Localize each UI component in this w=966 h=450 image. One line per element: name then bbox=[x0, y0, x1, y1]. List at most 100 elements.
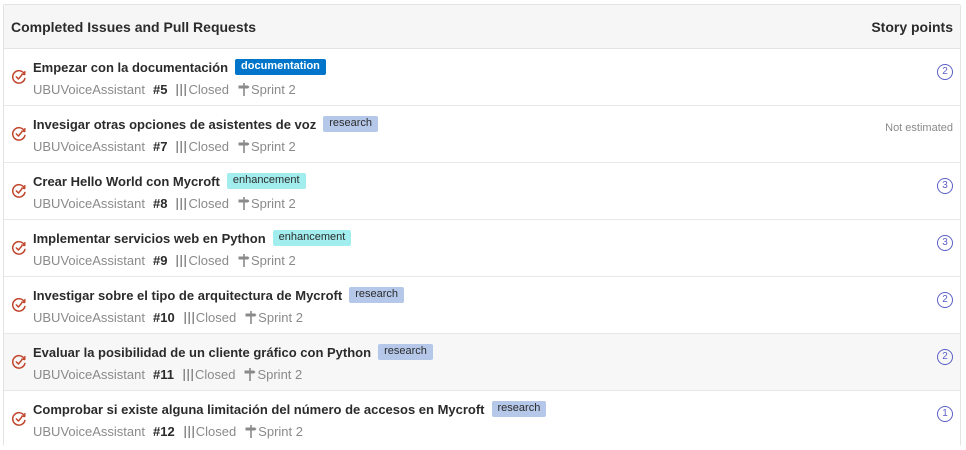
issue-title-link[interactable]: Implementar servicios web en Python bbox=[33, 231, 266, 246]
story-points-cell: Not estimated bbox=[885, 118, 953, 136]
repo-name[interactable]: UBUVoiceAssistant bbox=[33, 196, 145, 211]
issue-row[interactable]: Investigar sobre el tipo de arquitectura… bbox=[4, 277, 960, 334]
issue-number[interactable]: #11 bbox=[153, 367, 174, 382]
issue-title-link[interactable]: Investigar sobre el tipo de arquitectura… bbox=[33, 288, 342, 303]
issue-state: Closed bbox=[188, 253, 229, 268]
issue-number[interactable]: #12 bbox=[153, 424, 175, 439]
story-points-not-estimated: Not estimated bbox=[885, 122, 953, 134]
milestone-icon bbox=[238, 197, 250, 210]
issue-title-link[interactable]: Comprobar si existe alguna limitación de… bbox=[33, 402, 485, 417]
issue-state: Closed bbox=[188, 139, 229, 154]
closed-issue-icon bbox=[11, 297, 26, 312]
pipeline-icon bbox=[176, 197, 187, 210]
story-points-cell: 3 bbox=[937, 175, 953, 194]
issue-row[interactable]: Evaluar la posibilidad de un cliente grá… bbox=[4, 334, 960, 391]
issue-state: Closed bbox=[194, 367, 236, 382]
pipeline-icon bbox=[184, 425, 194, 438]
issue-title-link[interactable]: Crear Hello World con Mycroft bbox=[33, 174, 220, 189]
issue-meta: UBUVoiceAssistant #12 Closed Sprint 2 bbox=[33, 424, 303, 439]
issue-state: Closed bbox=[188, 196, 229, 211]
sprint-milestone[interactable]: Sprint 2 bbox=[251, 253, 296, 268]
story-points-cell: 1 bbox=[937, 403, 953, 422]
milestone-icon bbox=[238, 140, 250, 153]
issue-meta: UBUVoiceAssistant #9 Closed Sprint 2 bbox=[33, 253, 296, 268]
sprint-milestone[interactable]: Sprint 2 bbox=[257, 367, 302, 382]
repo-name[interactable]: UBUVoiceAssistant bbox=[33, 253, 145, 268]
story-points-cell: 2 bbox=[937, 346, 953, 365]
issue-row[interactable]: Comprobar si existe alguna limitación de… bbox=[4, 391, 960, 448]
issue-number[interactable]: #7 bbox=[153, 139, 167, 154]
issue-state: Closed bbox=[195, 424, 237, 439]
panel-header: Completed Issues and Pull Requests Story… bbox=[4, 5, 960, 49]
sprint-milestone[interactable]: Sprint 2 bbox=[251, 196, 296, 211]
issue-title-line: Evaluar la posibilidad de un cliente grá… bbox=[33, 344, 433, 360]
issue-label-research[interactable]: research bbox=[323, 116, 379, 132]
repo-name[interactable]: UBUVoiceAssistant bbox=[33, 424, 145, 439]
story-points-cell: 2 bbox=[937, 289, 953, 308]
story-points-badge: 3 bbox=[937, 178, 953, 194]
completed-issues-panel: Completed Issues and Pull Requests Story… bbox=[3, 4, 961, 448]
repo-name[interactable]: UBUVoiceAssistant bbox=[33, 310, 145, 325]
closed-issue-icon bbox=[11, 126, 26, 141]
issue-label-research[interactable]: research bbox=[349, 287, 404, 303]
issue-title-link[interactable]: Evaluar la posibilidad de un cliente grá… bbox=[33, 345, 371, 360]
closed-issue-icon bbox=[11, 240, 26, 255]
issue-title-link[interactable]: Invesigar otras opciones de asistentes d… bbox=[33, 117, 316, 132]
milestone-icon bbox=[238, 254, 250, 267]
issue-row[interactable]: Empezar con la documentación documentati… bbox=[4, 49, 960, 106]
closed-issue-icon bbox=[11, 183, 26, 198]
issue-number[interactable]: #9 bbox=[153, 253, 167, 268]
sprint-milestone[interactable]: Sprint 2 bbox=[251, 82, 296, 97]
issue-title-line: Implementar servicios web en Python enha… bbox=[33, 230, 352, 246]
issue-list: Empezar con la documentación documentati… bbox=[4, 49, 960, 448]
issue-title-line: Invesigar otras opciones de asistentes d… bbox=[33, 116, 379, 132]
pipeline-icon bbox=[176, 140, 187, 153]
story-points-cell: 3 bbox=[937, 232, 953, 251]
issue-label-documentation[interactable]: documentation bbox=[235, 59, 326, 75]
issue-label-enhancement[interactable]: enhancement bbox=[226, 173, 306, 189]
issue-meta: UBUVoiceAssistant #8 Closed Sprint 2 bbox=[33, 196, 296, 211]
issue-number[interactable]: #5 bbox=[153, 82, 167, 97]
story-points-badge: 2 bbox=[937, 349, 953, 365]
sprint-milestone[interactable]: Sprint 2 bbox=[258, 424, 303, 439]
issue-meta: UBUVoiceAssistant #7 Closed Sprint 2 bbox=[33, 139, 296, 154]
issue-title-line: Comprobar si existe alguna limitación de… bbox=[33, 401, 547, 417]
repo-name[interactable]: UBUVoiceAssistant bbox=[33, 139, 145, 154]
sprint-milestone[interactable]: Sprint 2 bbox=[258, 310, 303, 325]
issue-title-line: Investigar sobre el tipo de arquitectura… bbox=[33, 287, 404, 303]
story-points-header: Story points bbox=[871, 18, 953, 35]
story-points-badge: 2 bbox=[937, 64, 953, 80]
panel-title: Completed Issues and Pull Requests bbox=[11, 18, 257, 35]
issue-state: Closed bbox=[188, 82, 229, 97]
issue-number[interactable]: #8 bbox=[153, 196, 167, 211]
closed-issue-icon bbox=[11, 411, 26, 426]
milestone-icon bbox=[238, 83, 250, 96]
issue-row[interactable]: Implementar servicios web en Python enha… bbox=[4, 220, 960, 277]
issue-title-link[interactable]: Empezar con la documentación bbox=[33, 60, 228, 75]
milestone-icon bbox=[245, 425, 257, 438]
story-points-badge: 3 bbox=[937, 235, 953, 251]
issue-title-line: Empezar con la documentación documentati… bbox=[33, 59, 326, 75]
issue-row[interactable]: Crear Hello World con Mycroft enhancemen… bbox=[4, 163, 960, 220]
closed-issue-icon bbox=[11, 354, 26, 369]
closed-issue-icon bbox=[11, 69, 26, 84]
story-points-badge: 1 bbox=[937, 406, 953, 422]
issue-meta: UBUVoiceAssistant #11 Closed Sprint 2 bbox=[33, 367, 302, 382]
story-points-badge: 2 bbox=[937, 292, 953, 308]
pipeline-icon bbox=[176, 254, 187, 267]
pipeline-icon bbox=[183, 368, 193, 381]
issue-label-research[interactable]: research bbox=[491, 401, 547, 417]
issue-label-enhancement[interactable]: enhancement bbox=[272, 230, 352, 246]
story-points-cell: 2 bbox=[937, 61, 953, 80]
sprint-milestone[interactable]: Sprint 2 bbox=[251, 139, 296, 154]
milestone-icon bbox=[244, 368, 256, 381]
milestone-icon bbox=[245, 311, 257, 324]
repo-name[interactable]: UBUVoiceAssistant bbox=[33, 367, 145, 382]
issue-state: Closed bbox=[195, 310, 237, 325]
issue-row[interactable]: Invesigar otras opciones de asistentes d… bbox=[4, 106, 960, 163]
issue-title-line: Crear Hello World con Mycroft enhancemen… bbox=[33, 173, 306, 189]
issue-number[interactable]: #10 bbox=[153, 310, 175, 325]
repo-name[interactable]: UBUVoiceAssistant bbox=[33, 82, 145, 97]
issue-meta: UBUVoiceAssistant #5 Closed Sprint 2 bbox=[33, 82, 296, 97]
issue-label-research[interactable]: research bbox=[378, 344, 433, 360]
